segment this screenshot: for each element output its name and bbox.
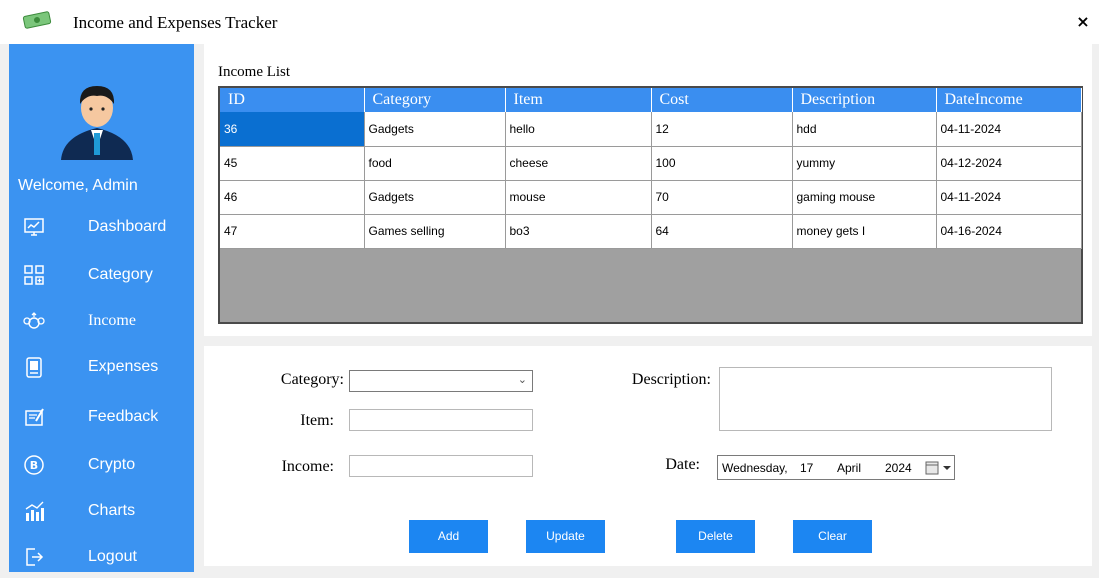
table-row[interactable]: 47 Games selling bo3 64 money gets I 04-… bbox=[220, 214, 1082, 249]
table-cell[interactable]: 04-12-2024 bbox=[936, 146, 1082, 181]
charts-icon bbox=[25, 501, 44, 521]
income-label: Income: bbox=[281, 458, 334, 475]
income-field[interactable] bbox=[349, 455, 533, 477]
income-list-title: Income List bbox=[218, 64, 291, 80]
table-cell[interactable]: 45 bbox=[220, 146, 365, 181]
category-dropdown[interactable]: ⌄ bbox=[349, 370, 533, 392]
expenses-icon bbox=[26, 357, 42, 378]
income-form-panel: Category: ⌄ Item: Income: Description: D… bbox=[204, 346, 1092, 566]
crypto-icon: B bbox=[24, 455, 44, 475]
table-cell[interactable]: 70 bbox=[651, 180, 793, 215]
sidebar-item-charts[interactable]: Charts bbox=[9, 492, 194, 532]
table-cell[interactable]: gaming mouse bbox=[792, 180, 937, 215]
sidebar-item-label: Expenses bbox=[88, 358, 159, 375]
table-cell[interactable]: 100 bbox=[651, 146, 793, 181]
logout-icon bbox=[26, 548, 44, 566]
svg-text:B: B bbox=[30, 459, 38, 472]
title-bar: Income and Expenses Tracker × bbox=[0, 0, 1099, 44]
table-cell[interactable]: money gets I bbox=[792, 214, 937, 249]
window-title: Income and Expenses Tracker bbox=[73, 13, 278, 32]
table-cell[interactable]: cheese bbox=[505, 146, 652, 181]
sidebar-item-label: Dashboard bbox=[88, 218, 167, 235]
sidebar-item-crypto[interactable]: B Crypto bbox=[9, 446, 194, 486]
clear-button[interactable]: Clear bbox=[793, 520, 872, 553]
dashboard-icon bbox=[24, 218, 44, 236]
table-row[interactable]: 45 food cheese 100 yummy 04-12-2024 bbox=[220, 146, 1082, 181]
table-cell[interactable]: Games selling bbox=[364, 214, 506, 249]
date-weekday: Wednesday, bbox=[722, 461, 788, 475]
date-month: April bbox=[837, 461, 862, 475]
table-cell[interactable]: hello bbox=[505, 112, 652, 147]
table-cell[interactable]: 64 bbox=[651, 214, 793, 249]
calendar-dropdown-icon[interactable] bbox=[924, 460, 954, 476]
sidebar-item-label: Logout bbox=[88, 548, 137, 565]
sidebar-item-label: Charts bbox=[88, 502, 136, 519]
column-header-description[interactable]: Description bbox=[792, 88, 937, 112]
avatar bbox=[61, 86, 133, 160]
date-label: Date: bbox=[665, 456, 700, 473]
sidebar-item-label: Category bbox=[88, 266, 153, 283]
table-header-row: ID Category Item Cost Description DateIn… bbox=[220, 88, 1082, 112]
date-year: 2024 bbox=[885, 461, 912, 475]
sidebar-item-category[interactable]: Category bbox=[9, 256, 194, 296]
feedback-icon bbox=[25, 408, 44, 426]
delete-button[interactable]: Delete bbox=[676, 520, 755, 553]
table-cell[interactable]: bo3 bbox=[505, 214, 652, 249]
table-row[interactable]: 46 Gadgets mouse 70 gaming mouse 04-11-2… bbox=[220, 180, 1082, 215]
sidebar: Welcome, Admin Dashboard Category Income bbox=[9, 44, 194, 572]
category-label: Category: bbox=[280, 371, 344, 388]
item-label: Item: bbox=[300, 412, 334, 429]
table-cell[interactable]: mouse bbox=[505, 180, 652, 215]
column-header-id[interactable]: ID bbox=[220, 88, 365, 112]
date-picker[interactable]: Wednesday, 17 April 2024 bbox=[717, 455, 955, 480]
table-row[interactable]: 36 Gadgets hello 12 hdd 04-11-2024 bbox=[220, 112, 1082, 147]
sidebar-item-income[interactable]: Income bbox=[9, 302, 194, 342]
welcome-text: Welcome, Admin bbox=[18, 177, 138, 194]
description-label: Description: bbox=[631, 371, 711, 388]
income-grid[interactable]: ID Category Item Cost Description DateIn… bbox=[218, 86, 1083, 324]
column-header-cost[interactable]: Cost bbox=[651, 88, 793, 112]
income-list-panel: Income List ID Category Item Cost Descri… bbox=[204, 44, 1092, 336]
table-cell[interactable]: 47 bbox=[220, 214, 365, 249]
sidebar-item-dashboard[interactable]: Dashboard bbox=[9, 208, 194, 248]
table-cell[interactable]: 04-11-2024 bbox=[936, 112, 1082, 147]
category-icon bbox=[24, 265, 44, 285]
sidebar-item-feedback[interactable]: Feedback bbox=[9, 398, 194, 438]
income-icon bbox=[23, 312, 45, 329]
money-icon bbox=[22, 11, 52, 29]
chevron-down-icon: ⌄ bbox=[517, 373, 527, 386]
table-cell[interactable]: yummy bbox=[792, 146, 937, 181]
date-day: 17 bbox=[800, 461, 814, 475]
column-header-category[interactable]: Category bbox=[364, 88, 506, 112]
table-cell[interactable]: food bbox=[364, 146, 506, 181]
table-cell[interactable]: 46 bbox=[220, 180, 365, 215]
sidebar-item-label: Income bbox=[88, 312, 136, 329]
update-button[interactable]: Update bbox=[526, 520, 605, 553]
item-field[interactable] bbox=[349, 409, 533, 431]
table-cell[interactable]: 04-16-2024 bbox=[936, 214, 1082, 249]
close-button[interactable]: × bbox=[1074, 12, 1092, 32]
table-cell[interactable]: Gadgets bbox=[364, 112, 506, 147]
table-cell[interactable]: Gadgets bbox=[364, 180, 506, 215]
sidebar-item-label: Feedback bbox=[88, 408, 159, 425]
table-cell[interactable]: 36 bbox=[220, 112, 365, 147]
sidebar-item-expenses[interactable]: Expenses bbox=[9, 348, 194, 388]
table-cell[interactable]: hdd bbox=[792, 112, 937, 147]
column-header-item[interactable]: Item bbox=[505, 88, 652, 112]
sidebar-item-label: Crypto bbox=[88, 456, 136, 473]
column-header-dateincome[interactable]: DateIncome bbox=[936, 88, 1082, 112]
sidebar-item-logout[interactable]: Logout bbox=[9, 538, 194, 578]
table-cell[interactable]: 12 bbox=[651, 112, 793, 147]
income-table: ID Category Item Cost Description DateIn… bbox=[220, 88, 1082, 249]
description-field[interactable] bbox=[719, 367, 1052, 431]
add-button[interactable]: Add bbox=[409, 520, 488, 553]
table-cell[interactable]: 04-11-2024 bbox=[936, 180, 1082, 215]
